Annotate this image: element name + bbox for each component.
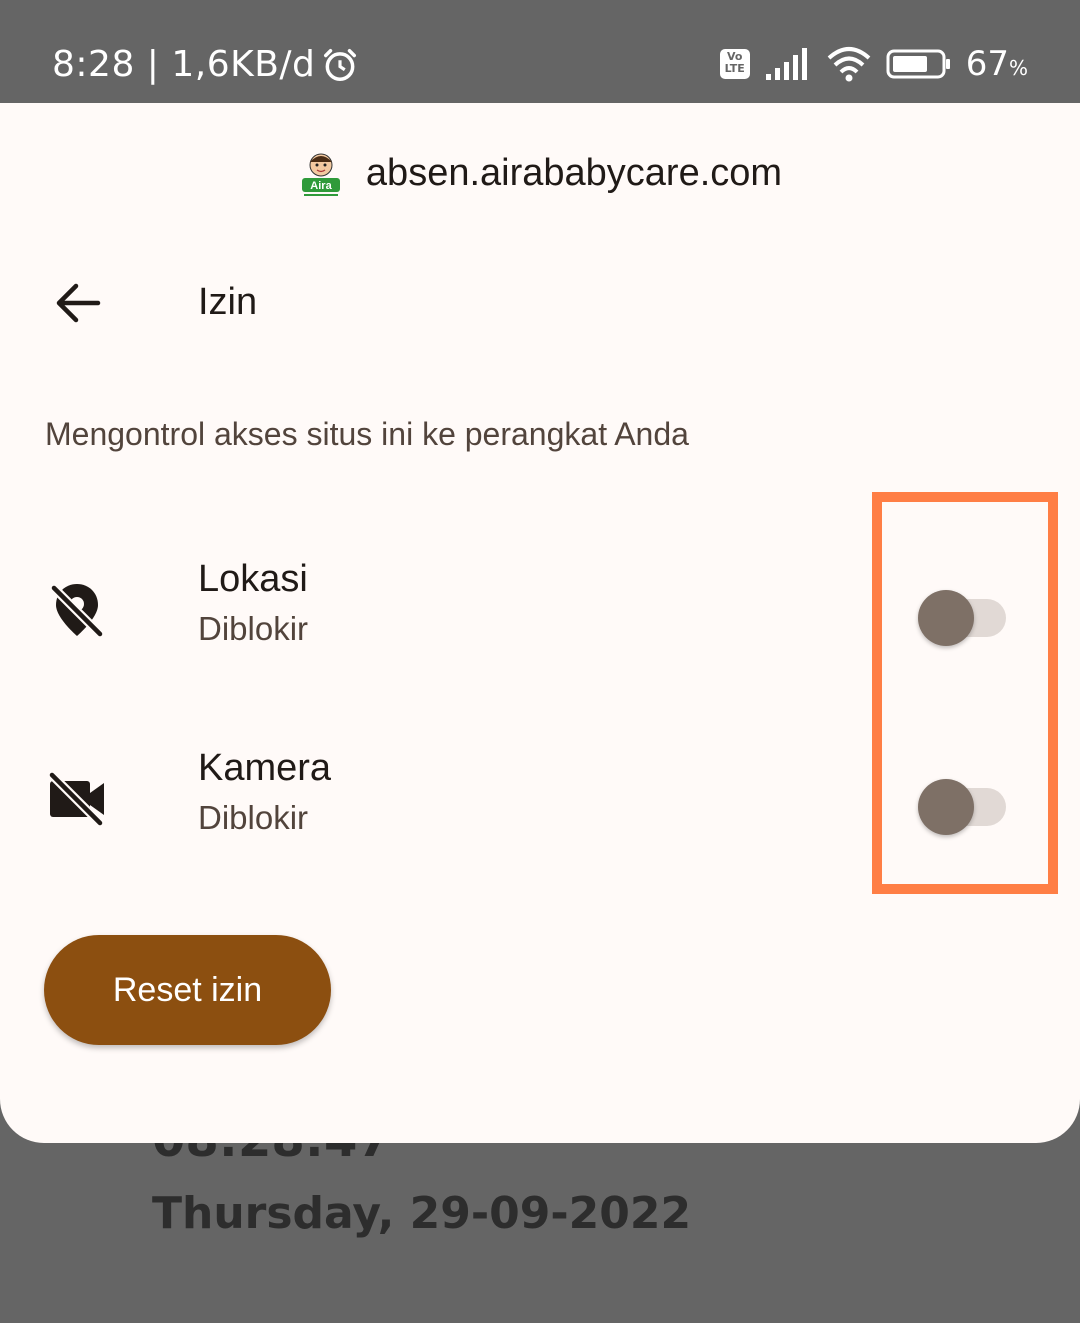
- status-time-speed: 8:28 | 1,6KB/d: [52, 44, 316, 85]
- permission-status: Diblokir: [198, 610, 309, 647]
- background-date: Thursday, 29-09-2022: [152, 1188, 692, 1239]
- location-off-icon: [50, 584, 104, 638]
- volte-icon: Vo LTE: [719, 49, 750, 79]
- status-right: Vo LTE 67%: [719, 44, 1028, 84]
- site-logo-icon: Aira: [301, 153, 340, 196]
- battery-percent: 67%: [966, 44, 1028, 84]
- site-logo-text: Aira: [310, 180, 332, 192]
- battery-percent-unit: %: [1008, 56, 1028, 80]
- volte-label-bottom: LTE: [724, 62, 745, 75]
- permissions-description: Mengontrol akses situs ini ke perangkat …: [45, 416, 689, 452]
- permissions-sheet: Aira absen.airababycare.com Izin Mengont…: [0, 103, 1080, 1143]
- wifi-icon: [827, 47, 871, 82]
- permission-name: Kamera: [198, 747, 332, 789]
- page-title: Izin: [198, 281, 258, 323]
- back-arrow-icon[interactable]: [50, 275, 106, 331]
- battery-percent-value: 67: [965, 44, 1009, 84]
- signal-icon: [765, 48, 807, 80]
- alarm-icon: [324, 48, 357, 81]
- site-domain: absen.airababycare.com: [365, 151, 783, 194]
- permission-name: Lokasi: [198, 558, 308, 600]
- toggle-highlight-box: [872, 492, 1058, 894]
- site-header: Aira absen.airababycare.com: [0, 143, 1080, 203]
- reset-permissions-button[interactable]: Reset izin: [44, 935, 331, 1045]
- battery-icon: [886, 49, 950, 79]
- status-left: 8:28 | 1,6KB/d: [52, 44, 359, 85]
- status-bar: 8:28 | 1,6KB/d Vo LTE 67%: [0, 0, 1080, 103]
- permission-status: Diblokir: [198, 799, 309, 836]
- videocam-off-icon: [48, 771, 104, 827]
